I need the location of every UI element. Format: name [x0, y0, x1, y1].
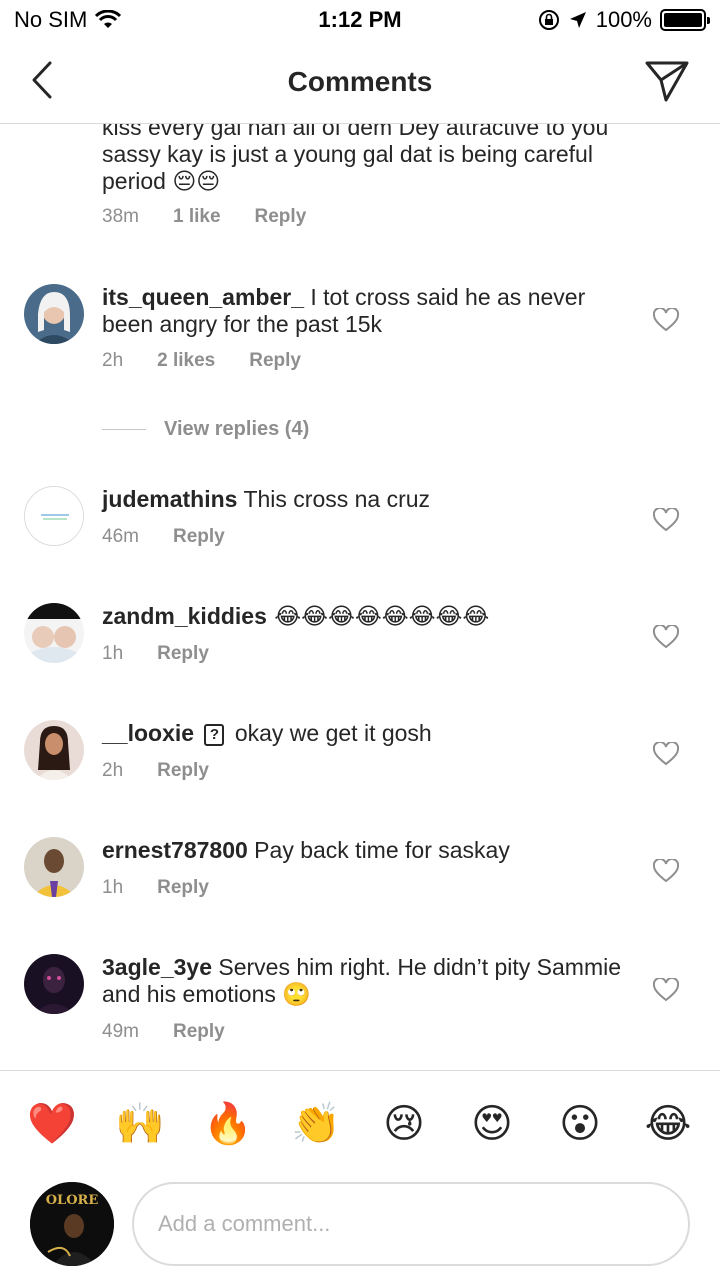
comment-text: __looxie ? okay we get it gosh	[102, 720, 632, 747]
heart-icon[interactable]	[653, 859, 679, 883]
comment-username[interactable]: zandm_kiddies	[102, 603, 267, 629]
heart-icon[interactable]	[653, 978, 679, 1002]
comment-text-content: 😂😂😂😂😂😂😂😂	[266, 604, 490, 630]
like-count[interactable]: 2 likes	[157, 350, 215, 372]
avatar[interactable]	[24, 486, 84, 546]
comment-meta: 46m Reply	[102, 526, 225, 548]
wifi-icon	[95, 10, 122, 28]
comment-text: kiss every gal han all of dem Dey attrac…	[102, 124, 632, 195]
comment-meta: 2h 2 likes Reply	[102, 350, 301, 372]
emoji-reactions-bar: ❤️ 🙌 🔥 👏 😢 😍 😮 😂	[0, 1070, 720, 1176]
reaction-heart[interactable]: ❤️	[17, 1100, 87, 1147]
share-button[interactable]	[642, 56, 692, 106]
user-avatar-image	[25, 487, 83, 545]
comment-text: 3agle_3ye Serves him right. He didn’t pi…	[102, 954, 632, 1008]
avatar[interactable]	[24, 720, 84, 780]
comment-input[interactable]: Add a comment...	[132, 1182, 690, 1266]
reaction-raised-hands[interactable]: 🙌	[105, 1100, 175, 1147]
comment-meta: 38m 1 like Reply	[102, 206, 306, 228]
comment-time: 49m	[102, 1021, 139, 1042]
comment-text-content: okay we get it gosh	[234, 720, 432, 746]
reaction-heart-eyes[interactable]: 😍	[457, 1101, 527, 1147]
status-left: No SIM	[14, 7, 122, 33]
comment-time: 46m	[102, 526, 139, 547]
comment-text: ernest787800 Pay back time for saskay	[102, 837, 632, 864]
reply-button[interactable]: Reply	[157, 877, 209, 899]
user-avatar-image	[24, 603, 84, 663]
svg-text:OLORE: OLORE	[46, 1193, 99, 1208]
carrier-label: No SIM	[14, 7, 88, 32]
user-avatar-image	[24, 284, 84, 344]
avatar[interactable]	[24, 837, 84, 897]
comment-time: 1h	[102, 643, 124, 664]
avatar[interactable]	[24, 954, 84, 1014]
comment-text-content: kiss every gal han all of dem Dey attrac…	[102, 124, 609, 194]
paper-plane-icon	[645, 61, 689, 102]
orientation-lock-icon	[538, 10, 559, 30]
status-right: 100%	[538, 7, 710, 33]
reaction-clap[interactable]: 👏	[281, 1100, 351, 1147]
current-user-avatar-image: OLORE	[30, 1182, 114, 1266]
comments-list: kiss every gal han all of dem Dey attrac…	[0, 124, 720, 1070]
reply-button[interactable]: Reply	[157, 760, 209, 782]
like-count[interactable]: 1 like	[173, 206, 221, 228]
reaction-crying[interactable]: 😢	[369, 1101, 439, 1147]
user-avatar-image	[24, 837, 84, 897]
current-user-avatar[interactable]: OLORE	[30, 1182, 114, 1266]
reaction-surprised[interactable]: 😮	[545, 1101, 615, 1147]
replies-divider	[102, 429, 146, 430]
comment-username[interactable]: its_queen_amber_	[102, 284, 304, 310]
comment-username[interactable]: __looxie	[102, 720, 194, 746]
heart-icon[interactable]	[653, 308, 679, 332]
comment-meta: 49m Reply	[102, 1021, 225, 1043]
comment-text: zandm_kiddies 😂😂😂😂😂😂😂😂	[102, 603, 632, 631]
comment-meta: 1h Reply	[102, 877, 209, 899]
status-bar: No SIM 1:12 PM 100%	[0, 0, 720, 40]
user-avatar-image	[24, 954, 84, 1014]
header: Comments	[0, 40, 720, 124]
comment-meta: 1h Reply	[102, 643, 209, 665]
unsupported-glyph-icon: ?	[204, 724, 225, 746]
heart-icon[interactable]	[653, 508, 679, 532]
battery-icon	[660, 9, 710, 31]
reply-button[interactable]: Reply	[255, 206, 307, 228]
reply-button[interactable]: Reply	[157, 643, 209, 665]
comment-text: judemathins This cross na cruz	[102, 486, 632, 513]
view-replies-button[interactable]: View replies (4)	[102, 418, 309, 441]
comment-text-content: Pay back time for saskay	[247, 837, 510, 863]
back-button[interactable]	[22, 58, 62, 102]
comment-text: its_queen_amber_ I tot cross said he as …	[102, 284, 632, 338]
comment-meta: 2h Reply	[102, 760, 209, 782]
avatar[interactable]	[24, 603, 84, 663]
reply-button[interactable]: Reply	[173, 526, 225, 548]
comment-composer: OLORE Add a comment...	[0, 1176, 720, 1280]
heart-icon[interactable]	[653, 625, 679, 649]
reaction-fire[interactable]: 🔥	[193, 1100, 263, 1147]
avatar[interactable]	[24, 284, 84, 344]
reply-button[interactable]: Reply	[173, 1021, 225, 1043]
heart-icon[interactable]	[653, 742, 679, 766]
comment-text-content: This cross na cruz	[237, 486, 431, 512]
comment-time: 38m	[102, 206, 139, 227]
comment-time: 2h	[102, 760, 124, 781]
comment-time: 2h	[102, 350, 124, 371]
reaction-laughing[interactable]: 😂	[633, 1101, 703, 1147]
reply-button[interactable]: Reply	[249, 350, 301, 372]
chevron-left-icon	[32, 61, 52, 99]
view-replies-label: View replies (4)	[164, 418, 310, 440]
battery-percent: 100%	[595, 7, 652, 32]
page-title: Comments	[287, 65, 433, 97]
user-avatar-image	[24, 720, 84, 780]
comment-username[interactable]: 3agle_3ye	[102, 954, 212, 980]
comment-username[interactable]: ernest787800	[102, 837, 248, 863]
comment-time: 1h	[102, 877, 124, 898]
location-arrow-icon	[569, 12, 586, 28]
comment-username[interactable]: judemathins	[102, 486, 237, 512]
